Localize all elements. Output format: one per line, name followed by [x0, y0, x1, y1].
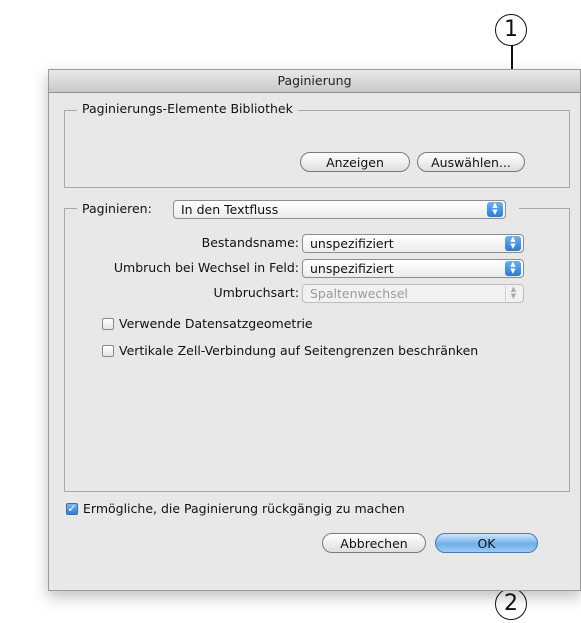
break-type-label: Umbruchsart:: [213, 285, 299, 300]
undo-checkbox[interactable]: ✓: [66, 503, 78, 515]
callout-number-2: 2: [504, 591, 518, 616]
chevron-updown-icon: ▲ ▼: [505, 261, 521, 276]
inventory-select[interactable]: unspezifiziert ▲ ▼: [302, 234, 524, 253]
chevron-updown-icon: ▲ ▼: [505, 236, 521, 251]
chevron-updown-icon: ▲ ▼: [487, 202, 503, 217]
use-record-geometry-label: Verwende Datensatzgeometrie: [119, 316, 313, 331]
inventory-label: Bestandsname:: [201, 235, 299, 250]
break-select[interactable]: unspezifiziert ▲ ▼: [302, 259, 524, 278]
break-type-select-value: Spaltenwechsel: [310, 286, 408, 301]
paginate-select-value: In den Textfluss: [181, 202, 279, 217]
use-record-geometry-checkbox[interactable]: [102, 318, 114, 330]
undo-checkbox-label: Ermögliche, die Paginierung rückgängig z…: [83, 501, 405, 516]
callout-marker-1: 1: [495, 14, 527, 46]
paginate-label: Paginieren:: [82, 201, 152, 216]
ok-button[interactable]: OK: [435, 533, 538, 553]
callout-number-1: 1: [504, 17, 518, 42]
limit-vertical-merge-label: Vertikale Zell-Verbindung auf Seitengren…: [119, 343, 479, 358]
library-group-legend: Paginierungs-Elemente Bibliothek: [77, 101, 298, 116]
chevron-updown-icon: ▲ ▼: [505, 286, 521, 301]
break-type-select[interactable]: Spaltenwechsel ▲ ▼: [302, 284, 524, 303]
library-group: [64, 110, 570, 188]
checkmark-icon: ✓: [67, 502, 77, 515]
dialog-title: Paginierung: [49, 70, 580, 93]
break-select-value: unspezifiziert: [310, 261, 394, 276]
show-button[interactable]: Anzeigen: [300, 152, 410, 172]
cancel-button[interactable]: Abbrechen: [322, 533, 426, 553]
limit-vertical-merge-checkbox[interactable]: [102, 345, 114, 357]
break-label: Umbruch bei Wechsel in Feld:: [113, 260, 299, 275]
pagination-dialog: Paginierung Paginierungs-Elemente Biblio…: [48, 69, 581, 591]
callout-marker-2: 2: [495, 588, 527, 620]
choose-button[interactable]: Auswählen...: [417, 152, 525, 172]
inventory-select-value: unspezifiziert: [310, 236, 394, 251]
paginate-select[interactable]: In den Textfluss ▲ ▼: [173, 200, 506, 219]
